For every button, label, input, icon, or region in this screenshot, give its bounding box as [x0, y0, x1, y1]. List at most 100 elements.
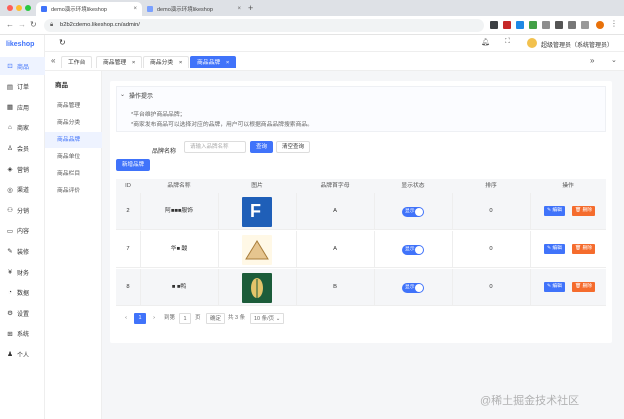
- double-chevron-left-icon[interactable]: «: [51, 56, 55, 65]
- bell-icon[interactable]: 🔔︎: [481, 38, 490, 46]
- sidebar-item-apps[interactable]: ▦ 应用: [0, 98, 45, 116]
- double-chevron-right-icon[interactable]: »: [590, 56, 594, 65]
- delete-label: 删除: [582, 246, 593, 251]
- new-tab-button[interactable]: +: [248, 3, 253, 13]
- subnav-item[interactable]: 商品管理: [45, 98, 102, 114]
- extension-icon[interactable]: [490, 21, 498, 29]
- reload-icon[interactable]: ↻: [30, 20, 37, 29]
- search-button[interactable]: 查询: [250, 141, 274, 153]
- page-size-select[interactable]: 10 条/页 ⌄: [250, 313, 285, 324]
- goto-page-input[interactable]: 1: [179, 313, 191, 324]
- goto-confirm-button[interactable]: 确定: [206, 313, 226, 324]
- extension-icon[interactable]: [503, 21, 511, 29]
- sidebar-item-bag[interactable]: ⊡ 商品: [0, 57, 45, 75]
- menu-dots-icon[interactable]: ⋮: [610, 19, 618, 28]
- marketing-icon: ◈: [7, 166, 13, 173]
- brand-name-input[interactable]: 请输入品牌名称: [184, 141, 246, 153]
- refresh-icon[interactable]: ↻: [59, 38, 66, 47]
- settings-icon: ⚙: [7, 310, 13, 318]
- close-icon[interactable]: ×: [177, 60, 182, 66]
- table-row: 7 华■ 酸 A 0 显示 ✎ 编辑 🗑︎ 删除: [116, 231, 606, 268]
- page-tab-label: 商品分类: [150, 60, 174, 66]
- close-icon[interactable]: ×: [237, 6, 241, 12]
- extension-icon[interactable]: [542, 21, 550, 29]
- page-1-button[interactable]: 1: [134, 313, 146, 324]
- sidebar-item-person[interactable]: ♟ 个人: [0, 345, 45, 363]
- close-window-button[interactable]: [7, 5, 13, 11]
- prev-page-button[interactable]: ‹: [122, 313, 130, 324]
- sidebar-item-label: 系统: [17, 332, 30, 339]
- column-divider: [296, 269, 297, 306]
- sidebar-item-decorate[interactable]: ✎ 装修: [0, 242, 45, 260]
- extension-icon[interactable]: [516, 21, 524, 29]
- edit-button[interactable]: ✎ 编辑: [544, 206, 565, 216]
- extension-icon[interactable]: [555, 21, 563, 29]
- page-tab-1[interactable]: 商品管理 ×: [96, 56, 143, 68]
- address-bar[interactable]: 🔒︎ b2b2cdemo.likeshop.cn/admin/: [44, 19, 484, 32]
- tips-line: *商家发布商品可以选择对应的品牌，用户可以根据商品品牌搜索商品。: [131, 122, 313, 128]
- back-arrow-icon[interactable]: ←: [6, 20, 14, 29]
- extension-icon[interactable]: [529, 21, 537, 29]
- sidebar-item-marketing[interactable]: ◈ 营销: [0, 160, 45, 178]
- tips-line: *平台维护商品品牌；: [131, 112, 186, 118]
- chevron-down-icon[interactable]: ⌄: [611, 56, 617, 64]
- edit-button[interactable]: ✎ 编辑: [544, 282, 565, 292]
- subnav-item[interactable]: 商品栏目: [45, 166, 102, 182]
- profile-avatar[interactable]: [596, 21, 604, 29]
- sidebar-item-label: 商家: [17, 126, 30, 133]
- close-icon[interactable]: ×: [133, 6, 137, 12]
- reset-button[interactable]: 清空查询: [276, 141, 311, 153]
- column-divider: [140, 193, 141, 230]
- subnav-item[interactable]: 商品分类: [45, 115, 102, 131]
- sidebar-item-finance[interactable]: ¥ 财务: [0, 263, 45, 281]
- column-divider: [530, 193, 531, 230]
- page-tab-3[interactable]: 商品品牌 ×: [190, 56, 237, 68]
- sub-sidebar-title: 商品: [55, 82, 68, 89]
- status-toggle[interactable]: 显示: [402, 283, 424, 293]
- page-tab-0[interactable]: 工作台: [61, 56, 93, 68]
- content-card: ⌄ 操作提示 *平台维护商品品牌； *商家发布商品可以选择对应的品牌，用户可以根…: [110, 81, 612, 343]
- chevron-down-icon[interactable]: ⌄: [120, 91, 125, 98]
- sidebar-item-distribution[interactable]: ⚇ 分销: [0, 201, 45, 219]
- maximize-window-button[interactable]: [25, 5, 31, 11]
- browser-tab-1[interactable]: demo演示环境likeshop ×: [36, 2, 142, 16]
- subnav-item[interactable]: 商品品牌: [45, 132, 102, 148]
- forward-arrow-icon[interactable]: →: [18, 20, 26, 29]
- sidebar-toggle-icon[interactable]: [581, 21, 589, 29]
- sidebar-item-system[interactable]: ⊞ 系统: [0, 325, 45, 343]
- delete-button[interactable]: 🗑︎ 删除: [572, 282, 596, 292]
- main-sidebar: likeshop ⊡ 商品 ▤ 订单 ▦ 应用 ⌂ 商家 ♙ 会员 ◈ 营销 ◎ 渠道 ⚇ 分销 ▭ 内容 ✎ 装修 ¥…: [0, 35, 45, 419]
- table-row: 2 阿■■■服饰 A 0 F 显示 ✎ 编辑 🗑︎ 删除: [116, 193, 606, 230]
- browser-tab-2[interactable]: demo演示环境likeshop ×: [142, 2, 246, 16]
- status-toggle[interactable]: 显示: [402, 207, 424, 217]
- delete-button[interactable]: 🗑︎ 删除: [572, 244, 596, 254]
- subnav-item[interactable]: 商品单位: [45, 149, 102, 165]
- delete-button[interactable]: 🗑︎ 删除: [572, 206, 596, 216]
- user-name[interactable]: 超级管理员（系统管理员）: [541, 40, 613, 49]
- column-header: 品牌名称: [167, 183, 191, 189]
- minimize-window-button[interactable]: [16, 5, 22, 11]
- close-icon[interactable]: ×: [130, 60, 135, 66]
- table-row: 8 ■ ■鸭 B 0 显示 ✎ 编辑 🗑︎ 删除: [116, 269, 606, 306]
- page-tab-2[interactable]: 商品分类 ×: [143, 56, 190, 68]
- next-page-button[interactable]: ›: [150, 313, 158, 324]
- status-toggle[interactable]: 显示: [402, 245, 424, 255]
- close-icon[interactable]: ×: [224, 60, 229, 66]
- sidebar-item-label: 渠道: [17, 188, 30, 195]
- edit-button[interactable]: ✎ 编辑: [544, 244, 565, 254]
- sidebar-item-channel[interactable]: ◎ 渠道: [0, 181, 45, 199]
- app-header: ↻ 🔔︎ ⛶ 超级管理员（系统管理员）: [45, 35, 624, 52]
- sidebar-item-content[interactable]: ▭ 内容: [0, 222, 45, 240]
- sidebar-item-data[interactable]: ◔ 数据: [0, 284, 45, 302]
- puzzle-icon[interactable]: [568, 21, 576, 29]
- fullscreen-icon[interactable]: ⛶: [505, 38, 510, 46]
- sidebar-item-settings[interactable]: ⚙ 设置: [0, 304, 45, 322]
- avatar[interactable]: [527, 38, 537, 48]
- add-brand-button[interactable]: 新增品牌: [116, 159, 151, 171]
- cell-name: ■ ■鸭: [171, 284, 187, 290]
- sidebar-item-order[interactable]: ▤ 订单: [0, 78, 45, 96]
- column-divider: [296, 193, 297, 230]
- subnav-item[interactable]: 商品评价: [45, 183, 102, 199]
- sidebar-item-shop[interactable]: ⌂ 商家: [0, 119, 45, 137]
- sidebar-item-user[interactable]: ♙ 会员: [0, 139, 45, 157]
